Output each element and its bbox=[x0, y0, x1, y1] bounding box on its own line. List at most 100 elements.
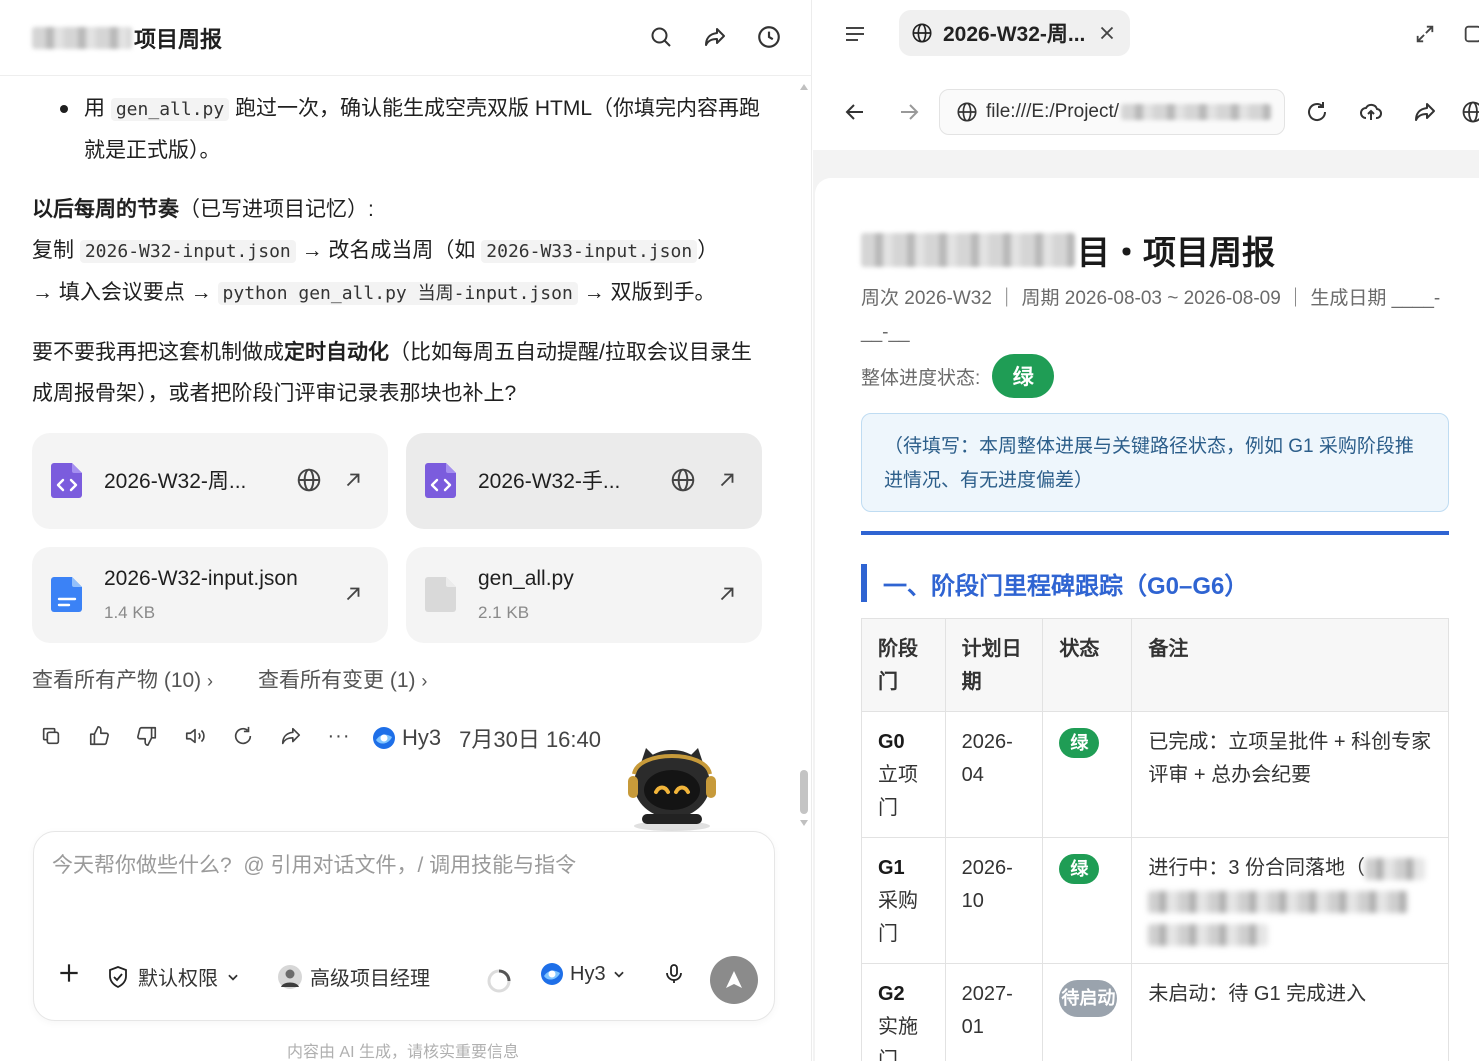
gate-cell: G1 采购门 bbox=[861, 837, 946, 964]
chevron-down-icon bbox=[228, 974, 238, 981]
artifact-size: 1.4 KB bbox=[104, 603, 156, 622]
share-icon[interactable] bbox=[700, 22, 730, 52]
bullet-item: 用 gen_all.py 跑过一次，确认能生成空壳双版 HTML（你填完内容再跑… bbox=[32, 88, 772, 171]
read-aloud-icon[interactable] bbox=[180, 721, 210, 751]
search-icon[interactable] bbox=[646, 22, 676, 52]
hy-model-logo-icon bbox=[373, 727, 395, 749]
artifact-name: gen_all.py bbox=[478, 567, 574, 590]
browser-pane: 2026-W32-周... file:///E:/Project/ 目・项目周报… bbox=[813, 0, 1479, 1061]
gate-cell: G0 立项门 bbox=[861, 711, 946, 838]
chat-pane: 项目周报 用 gen_all.py 跑过一次，确认能生成空壳双版 HTML（你填… bbox=[0, 0, 812, 1061]
redacted-url-path bbox=[1121, 104, 1272, 120]
send-button[interactable] bbox=[710, 956, 758, 1004]
date-cell: 2027-01 bbox=[944, 963, 1044, 1061]
globe-icon[interactable] bbox=[670, 467, 696, 493]
expand-icon[interactable] bbox=[1411, 20, 1439, 48]
section-divider bbox=[861, 531, 1449, 535]
rhythm-paragraph: 以后每周的节奏（已写进项目记忆）: 复制 2026-W32-input.json… bbox=[32, 198, 719, 305]
section-title: 一、阶段门里程碑跟踪（G0–G6） bbox=[861, 564, 1248, 602]
view-all-changes-link[interactable]: 查看所有变更 (1) › bbox=[258, 664, 427, 694]
chat-title: 项目周报 bbox=[32, 22, 222, 54]
html-file-icon bbox=[425, 463, 456, 498]
regenerate-icon[interactable] bbox=[228, 721, 258, 751]
artifact-name: 2026-W32-input.json bbox=[104, 567, 298, 590]
forward-icon[interactable] bbox=[895, 98, 923, 126]
artifact-card-input-json[interactable]: 2026-W32-input.json 1.4 KB bbox=[32, 547, 388, 643]
redacted-project-name bbox=[32, 27, 132, 49]
note-cell: 已完成：立项呈批件 + 科创专家评审 + 总办会纪要 bbox=[1131, 711, 1449, 838]
artifact-card-gen-all-py[interactable]: gen_all.py 2.1 KB bbox=[406, 547, 762, 643]
browser-navbar: file:///E:/Project/ bbox=[813, 72, 1479, 150]
view-all-artifacts-link[interactable]: 查看所有产物 (10) › bbox=[32, 664, 213, 694]
status-badge: 绿 bbox=[992, 354, 1055, 398]
robot-cat-mascot[interactable] bbox=[620, 740, 724, 832]
back-icon[interactable] bbox=[841, 98, 869, 126]
redacted-text bbox=[1148, 890, 1409, 913]
chevron-right-icon: › bbox=[421, 671, 428, 691]
inline-code: 2026-W32-input.json bbox=[79, 240, 296, 263]
inline-code: gen_all.py bbox=[110, 98, 230, 121]
microphone-icon[interactable] bbox=[662, 962, 686, 986]
report-title: 目・项目周报 bbox=[861, 226, 1275, 274]
report-page: 目・项目周报 周次 2026-W32 ｜ 周期 2026-08-03 ~ 202… bbox=[815, 178, 1479, 1061]
artifact-size: 2.1 KB bbox=[478, 603, 530, 622]
menu-icon[interactable] bbox=[841, 20, 869, 48]
python-file-icon bbox=[425, 577, 456, 612]
copy-icon[interactable] bbox=[36, 721, 66, 751]
redacted-text bbox=[1365, 857, 1426, 880]
chat-scrollbar[interactable] bbox=[798, 80, 810, 830]
model-selector[interactable]: Hy3 bbox=[540, 962, 626, 986]
table-header-row: 阶段门 计划日期 状态 备注 bbox=[861, 618, 1449, 712]
message-actions: ··· bbox=[36, 720, 372, 752]
artifact-card-weekly-html[interactable]: 2026-W32-周... bbox=[32, 433, 388, 529]
reload-icon[interactable] bbox=[1303, 98, 1331, 126]
browser-tabbar: 2026-W32-周... bbox=[813, 0, 1479, 72]
artifact-card-manual-html[interactable]: 2026-W32-手... bbox=[406, 433, 762, 529]
column-header: 计划日期 bbox=[944, 618, 1044, 712]
status-badge: 绿 bbox=[1059, 728, 1100, 758]
close-icon[interactable] bbox=[1096, 22, 1118, 44]
browser-tab[interactable]: 2026-W32-周... bbox=[899, 10, 1130, 56]
question-paragraph: 要不要我再把这套机制做成定时自动化（比如每周五自动提醒/拉取会议目录生成周报骨架… bbox=[32, 341, 752, 405]
status-cell: 绿 bbox=[1042, 837, 1133, 964]
open-external-icon[interactable] bbox=[716, 469, 738, 491]
inline-code: 2026-W33-input.json bbox=[481, 240, 698, 263]
message-timestamp: 7月30日 16:40 bbox=[459, 727, 601, 752]
table-row: G1 采购门 2026-10 绿 进行中：3 份合同落地（ bbox=[861, 837, 1449, 964]
redacted-text bbox=[1148, 923, 1269, 946]
globe-icon bbox=[912, 23, 932, 43]
url-text: file:///E:/Project/ bbox=[986, 101, 1120, 122]
status-badge: 待启动 bbox=[1059, 980, 1118, 1017]
composer: 默认权限 高级项目经理 Hy3 bbox=[33, 831, 775, 1021]
avatar bbox=[278, 964, 302, 989]
add-attachment-button[interactable] bbox=[56, 960, 82, 986]
open-external-icon[interactable] bbox=[342, 583, 364, 605]
address-bar[interactable]: file:///E:/Project/ bbox=[939, 89, 1285, 135]
send-arrow-icon bbox=[726, 971, 742, 988]
column-header: 状态 bbox=[1042, 618, 1133, 712]
chat-input[interactable] bbox=[52, 854, 752, 878]
note-cell: 进行中：3 份合同落地（ bbox=[1131, 837, 1449, 964]
date-cell: 2026-04 bbox=[944, 711, 1044, 838]
globe-icon[interactable] bbox=[1459, 98, 1479, 126]
thumbs-down-icon[interactable] bbox=[132, 721, 162, 751]
globe-icon[interactable] bbox=[296, 467, 322, 493]
gate-cell: G2 实施门 bbox=[861, 963, 946, 1061]
upload-icon[interactable] bbox=[1357, 98, 1385, 126]
thumbs-up-icon[interactable] bbox=[84, 721, 114, 751]
open-external-icon[interactable] bbox=[342, 469, 364, 491]
permission-dropdown[interactable]: 默认权限 bbox=[106, 962, 240, 991]
agent-selector[interactable]: 高级项目经理 bbox=[278, 962, 430, 991]
share-icon[interactable] bbox=[276, 721, 306, 751]
share-icon[interactable] bbox=[1411, 98, 1439, 126]
summary-placeholder: （待填写：本周整体进展与关键路径状态，例如 G1 采购阶段推进情况、有无进度偏差… bbox=[861, 413, 1449, 512]
history-icon[interactable] bbox=[754, 22, 784, 52]
more-icon[interactable]: ··· bbox=[324, 721, 354, 751]
json-file-icon bbox=[51, 577, 82, 612]
hy-model-logo-icon bbox=[541, 963, 563, 985]
window-icon[interactable] bbox=[1459, 20, 1479, 48]
open-external-icon[interactable] bbox=[716, 583, 738, 605]
table-row: G0 立项门 2026-04 绿 已完成：立项呈批件 + 科创专家评审 + 总办会… bbox=[861, 711, 1449, 838]
note-cell: 未启动：待 G1 完成进入 bbox=[1131, 963, 1449, 1061]
report-meta: 周次 2026-W32 ｜ 周期 2026-08-03 ~ 2026-08-09… bbox=[861, 288, 1441, 343]
